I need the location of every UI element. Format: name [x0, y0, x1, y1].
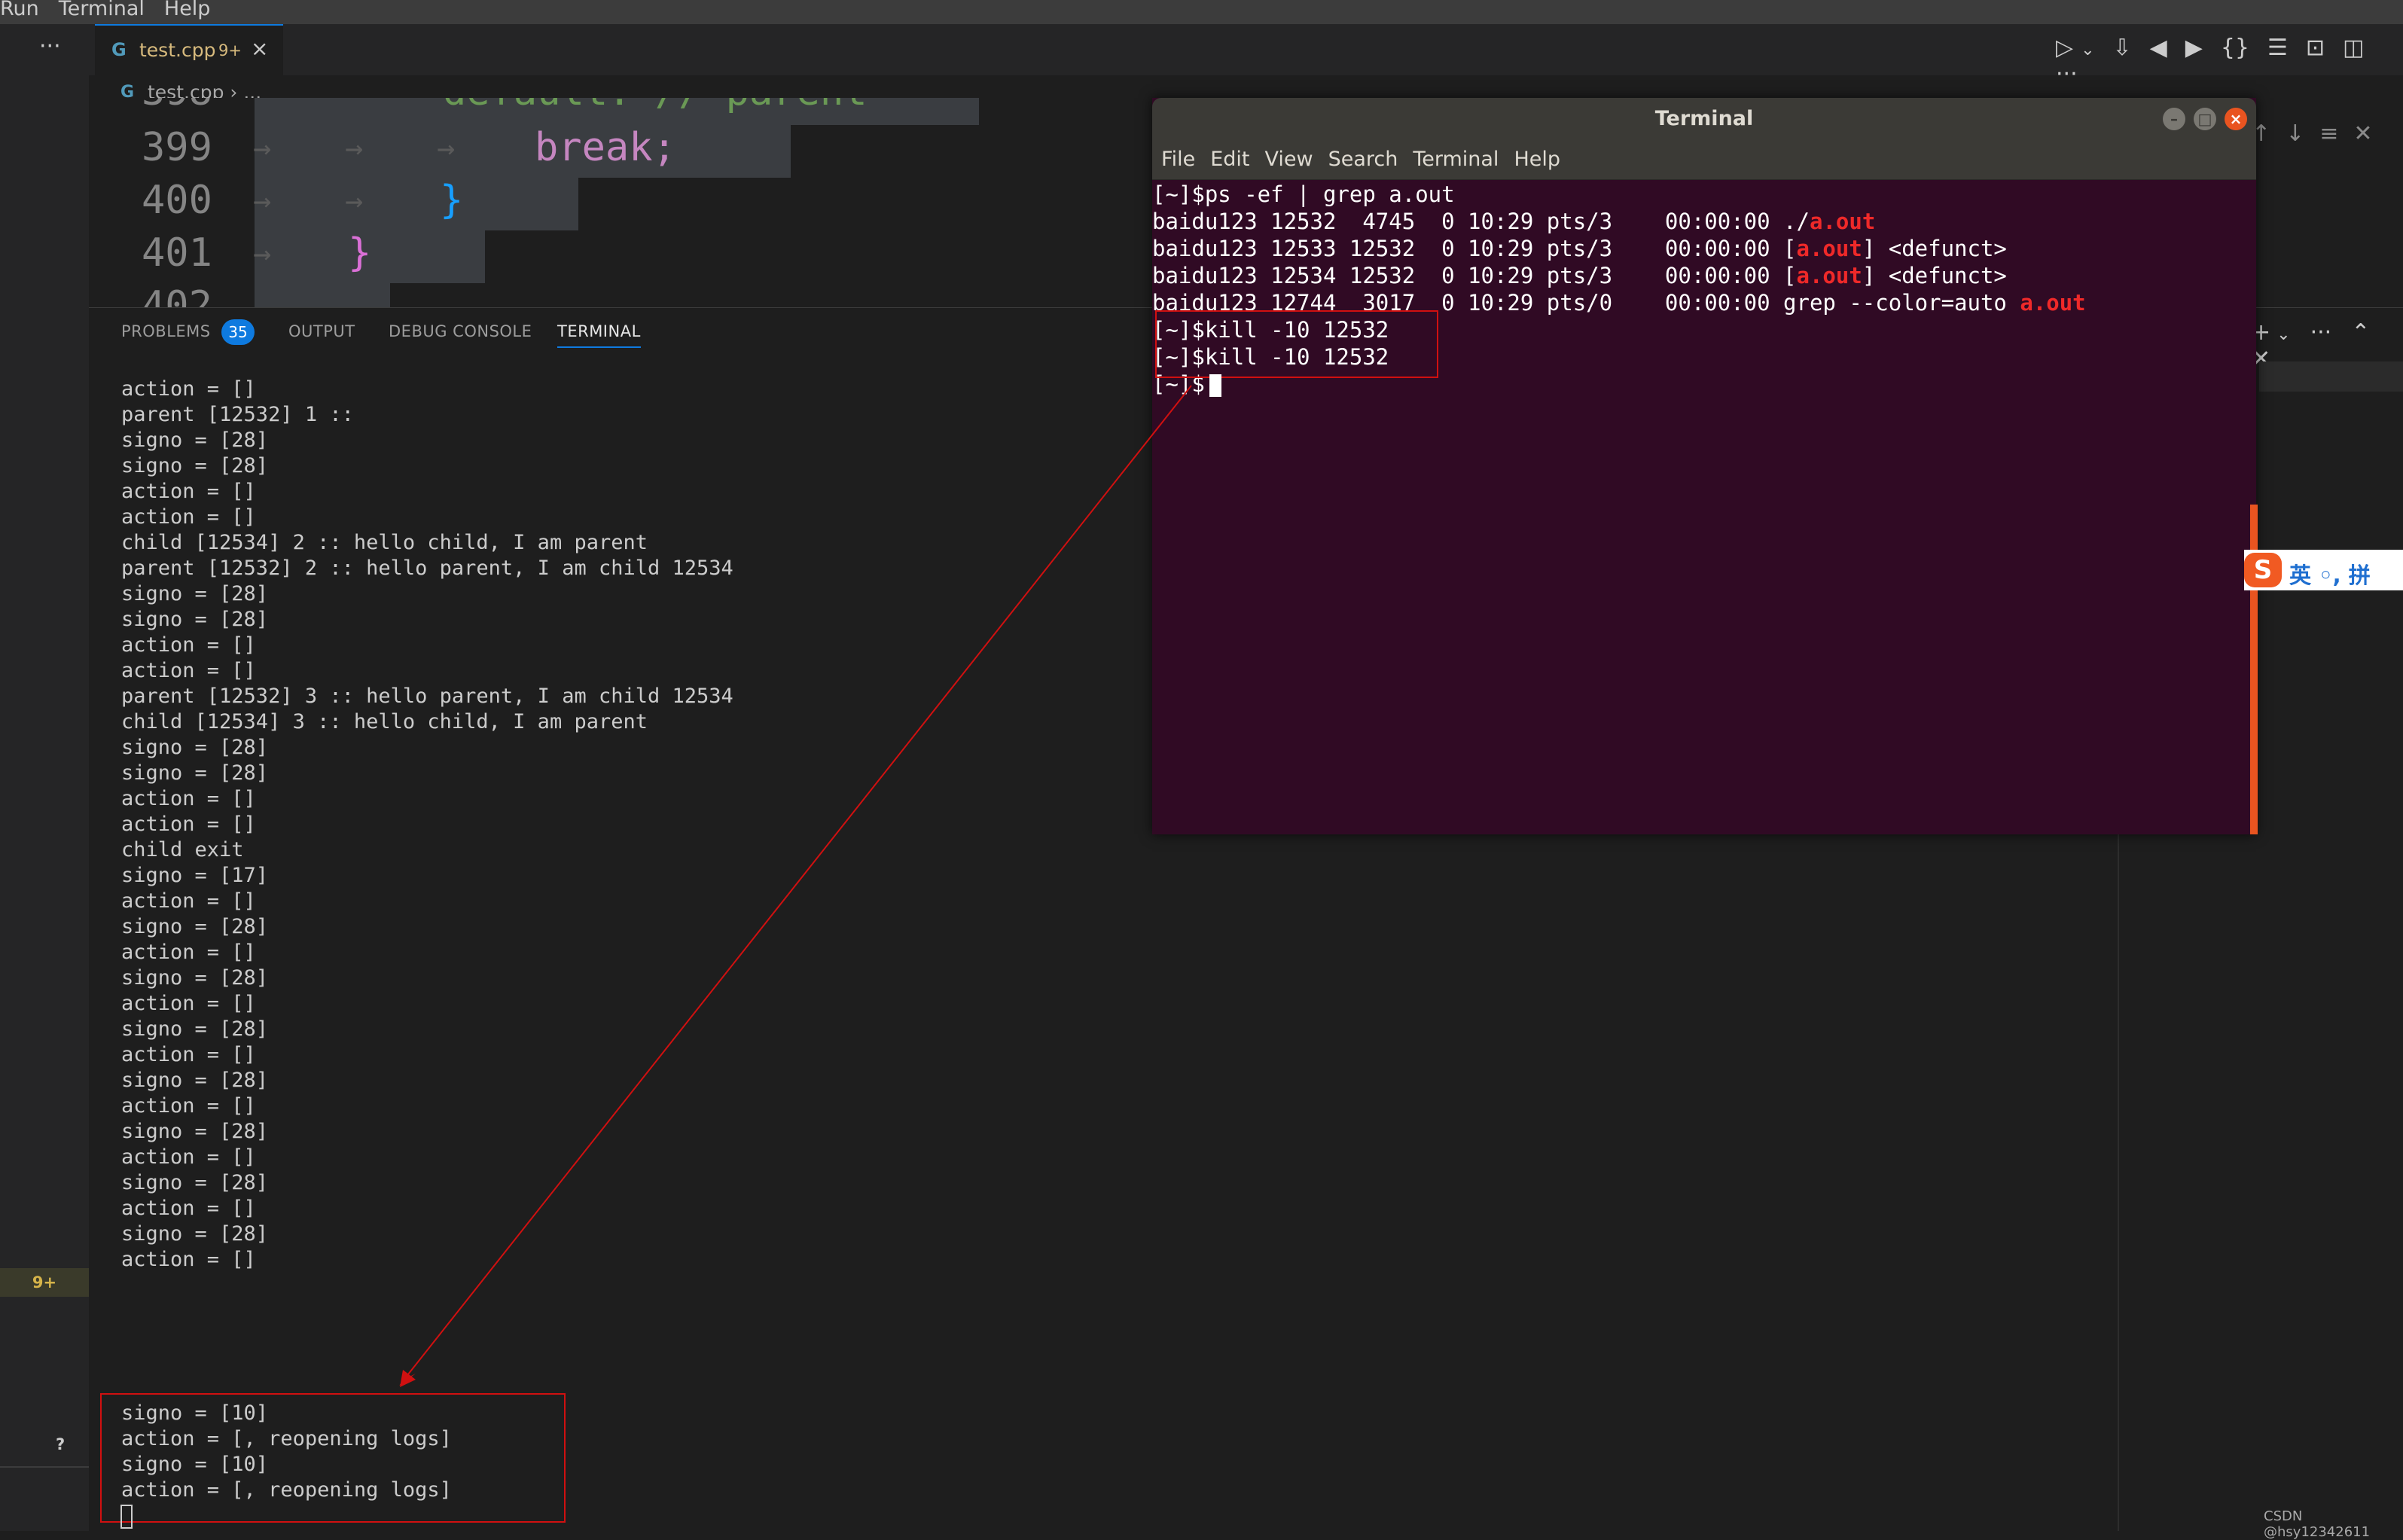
- watermark: CSDN @hsy12342611: [2264, 1508, 2371, 1540]
- annotation-arrow: [399, 385, 1192, 1387]
- arrow-head: [400, 1370, 416, 1387]
- arrow-line: [404, 385, 1192, 1379]
